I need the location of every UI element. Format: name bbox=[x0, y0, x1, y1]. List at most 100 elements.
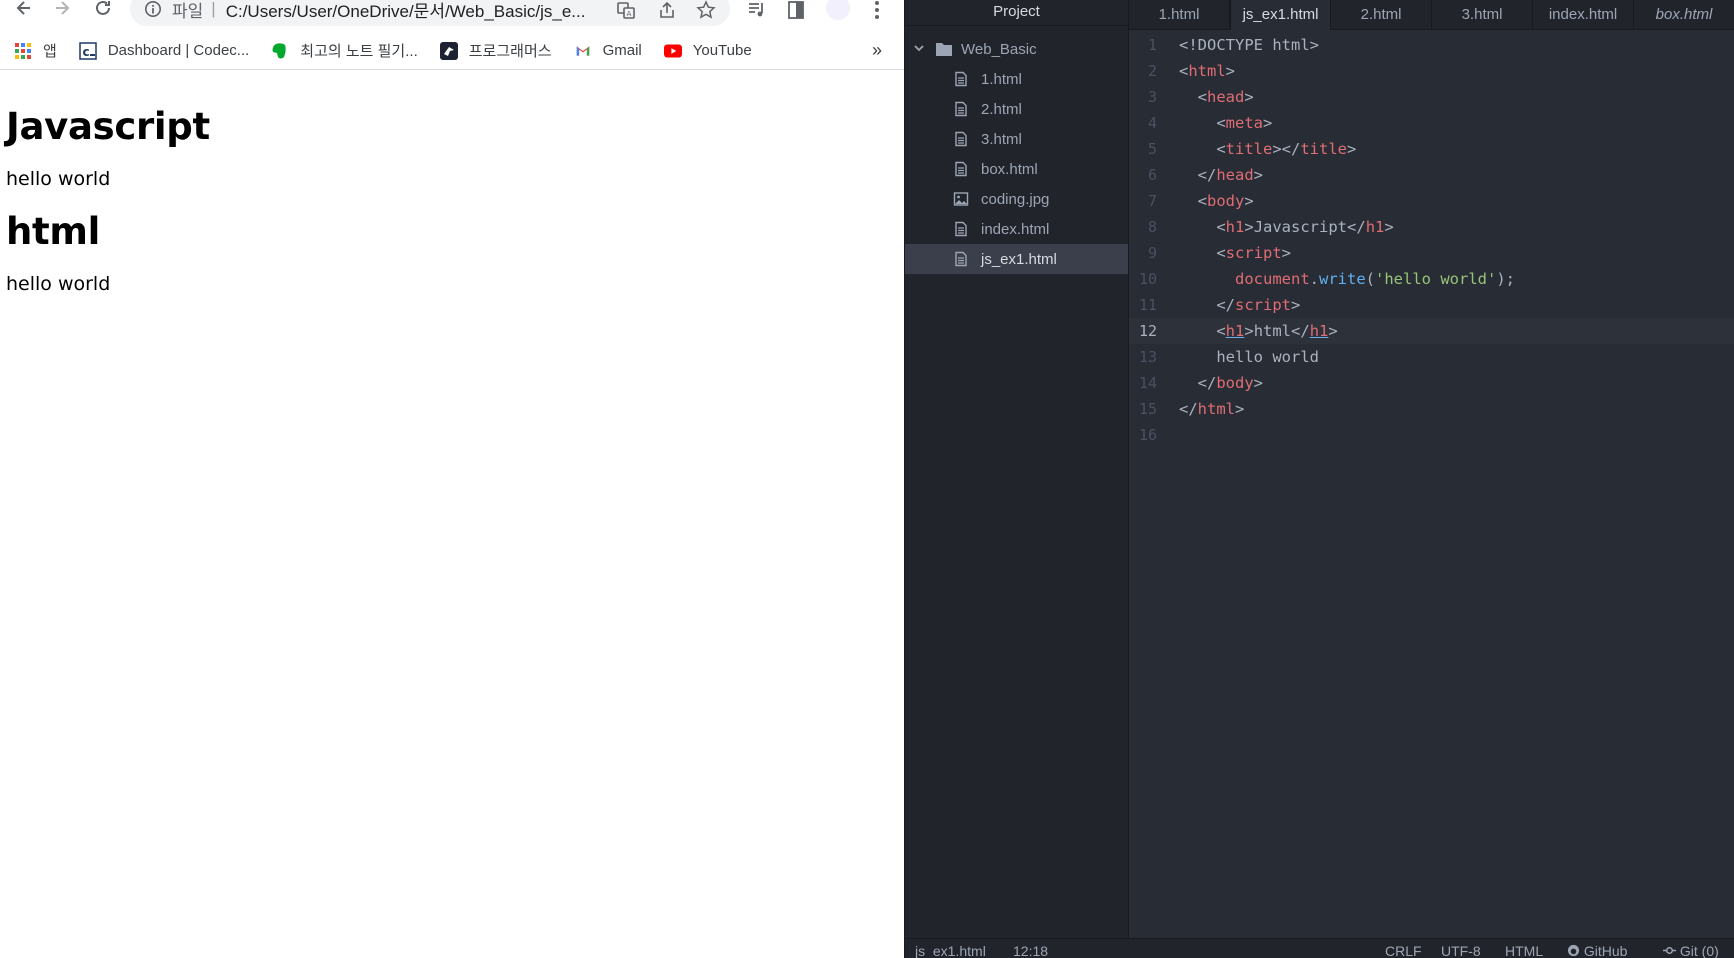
media-control-icon[interactable] bbox=[746, 0, 768, 20]
file-text-icon bbox=[955, 101, 967, 117]
tree-file-item[interactable]: js_ex1.html bbox=[905, 244, 1128, 274]
status-cursor-position[interactable]: 12:18 bbox=[1013, 943, 1048, 958]
code-line: 1 <!DOCTYPE html> bbox=[1129, 32, 1734, 58]
tree-file-label: 2.html bbox=[981, 100, 1022, 118]
tree-file-label: box.html bbox=[981, 160, 1038, 178]
reload-icon[interactable] bbox=[89, 0, 117, 18]
translate-icon[interactable]: A bbox=[615, 0, 637, 20]
status-git-label: Git (0) bbox=[1679, 943, 1719, 958]
status-grammar[interactable]: HTML bbox=[1505, 943, 1543, 958]
tree-file-item[interactable]: 1.html bbox=[905, 64, 1128, 94]
back-icon[interactable] bbox=[10, 0, 38, 18]
bookmarks-overflow-button[interactable]: » bbox=[872, 40, 882, 61]
bookmark-youtube[interactable]: YouTube bbox=[663, 42, 752, 60]
line-number: 4 bbox=[1147, 114, 1157, 132]
code-line: 16 bbox=[1129, 422, 1734, 448]
git-icon bbox=[1663, 946, 1676, 955]
tree-file-item[interactable]: 2.html bbox=[905, 94, 1128, 124]
bookmark-programmers[interactable]: 프로그래머스 bbox=[439, 40, 552, 61]
chevron-down-icon bbox=[913, 42, 927, 57]
bookmark-label: 최고의 노트 필기... bbox=[300, 43, 418, 60]
folder-icon bbox=[936, 43, 952, 56]
bookmark-gmail[interactable]: Gmail bbox=[574, 42, 642, 60]
line-number: 1 bbox=[1147, 36, 1157, 54]
editor-tab-bar: 1.html js_ex1.html 2.html 3.html index.html b… bbox=[1129, 0, 1734, 30]
tree-file-label: 1.html bbox=[981, 70, 1022, 88]
page-text-hello-world: hello world bbox=[6, 273, 111, 295]
line-number: 9 bbox=[1147, 244, 1157, 262]
line-number: 6 bbox=[1147, 166, 1157, 184]
tree-file-label: coding.jpg bbox=[981, 190, 1050, 208]
evernote-icon bbox=[271, 42, 289, 60]
code-line: 6 </head > bbox=[1129, 162, 1734, 188]
bookmark-label: Gmail bbox=[602, 42, 642, 59]
tree-file-label: index.html bbox=[981, 220, 1050, 238]
project-panel-title[interactable]: Project bbox=[905, 0, 1128, 26]
browser-toolbar: 파일 | C:/Users/User/OneDrive/문서/Web_Basic… bbox=[0, 0, 904, 28]
code-line: 9 < script > bbox=[1129, 240, 1734, 266]
status-github-label: GitHub bbox=[1583, 943, 1628, 958]
code-editor-window: Project Web_Basic 1.html 2.html 3.html box.… bbox=[904, 0, 1734, 958]
bookmark-label: 앱 bbox=[43, 43, 57, 60]
tree-folder-label: Web_Basic bbox=[961, 40, 1037, 58]
line-number: 12 bbox=[1138, 322, 1157, 340]
status-git[interactable]: Git (0) bbox=[1663, 943, 1719, 958]
bookmark-star-icon[interactable] bbox=[695, 0, 717, 20]
bookmark-label: 프로그래머스 bbox=[468, 43, 552, 60]
forward-icon[interactable] bbox=[48, 0, 76, 18]
side-panel-icon[interactable] bbox=[785, 0, 807, 20]
gmail-icon bbox=[574, 42, 592, 60]
editor-tab[interactable]: 3.html bbox=[1432, 0, 1534, 30]
tree-file-item[interactable]: box.html bbox=[905, 154, 1128, 184]
image-file-icon bbox=[953, 192, 969, 206]
svg-text:A: A bbox=[627, 10, 632, 18]
site-info-icon[interactable] bbox=[144, 0, 162, 18]
status-github[interactable]: GitHub bbox=[1567, 943, 1627, 958]
editor-tab[interactable]: index.html bbox=[1533, 0, 1635, 30]
programmers-icon bbox=[439, 41, 458, 60]
tree-folder-web-basic[interactable]: Web_Basic bbox=[905, 34, 1128, 64]
editor-tab[interactable]: box.html bbox=[1634, 0, 1734, 30]
browser-menu-icon[interactable] bbox=[866, 0, 888, 20]
url-scheme-label: 파일 bbox=[172, 1, 204, 21]
apps-grid-icon bbox=[14, 42, 32, 60]
line-number: 2 bbox=[1147, 62, 1157, 80]
address-bar[interactable]: 파일 | C:/Users/User/OneDrive/문서/Web_Basic… bbox=[130, 0, 730, 26]
line-number: 5 bbox=[1147, 140, 1157, 158]
profile-avatar[interactable] bbox=[826, 0, 850, 20]
status-encoding[interactable]: UTF-8 bbox=[1441, 943, 1481, 958]
tree-file-item[interactable]: coding.jpg bbox=[905, 184, 1128, 214]
svg-text:c: c bbox=[82, 45, 89, 59]
tree-file-item[interactable]: index.html bbox=[905, 214, 1128, 244]
code-line: 8 < h1 > Javascript </h1 > bbox=[1129, 214, 1734, 240]
bookmark-apps[interactable]: 앱 bbox=[14, 40, 57, 61]
url-separator: | bbox=[211, 0, 216, 18]
editor-status-bar: js_ex1.html 12:18 CRLF UTF-8 HTML GitHub… bbox=[905, 938, 1734, 958]
bookmarks-bar: 앱 c Dashboard | Codec... 최고의 노트 필기... 프로… bbox=[0, 32, 904, 70]
editor-tab[interactable]: js_ex1.html bbox=[1230, 0, 1332, 30]
browser-window: 파일 | C:/Users/User/OneDrive/문서/Web_Basic… bbox=[0, 0, 904, 958]
project-tree-panel: Project Web_Basic 1.html 2.html 3.html box.… bbox=[905, 0, 1129, 938]
code-line: 2 < html > bbox=[1129, 58, 1734, 84]
editor-tab[interactable]: 2.html bbox=[1331, 0, 1433, 30]
code-line: 10 document. write('hello world'); bbox=[1129, 266, 1734, 292]
code-area[interactable]: 1 <!DOCTYPE html> 2 < html > 3 < head > 4 < met… bbox=[1129, 32, 1734, 938]
share-icon[interactable] bbox=[656, 0, 678, 20]
bookmark-codecademy[interactable]: c Dashboard | Codec... bbox=[79, 41, 249, 60]
file-text-icon bbox=[955, 71, 967, 87]
code-line: 15 </html > bbox=[1129, 396, 1734, 422]
tree-file-item[interactable]: 3.html bbox=[905, 124, 1128, 154]
status-line-ending[interactable]: CRLF bbox=[1385, 943, 1422, 958]
line-number: 8 bbox=[1147, 218, 1157, 236]
line-number: 11 bbox=[1138, 296, 1157, 314]
bookmark-label: YouTube bbox=[692, 42, 752, 59]
status-file-name[interactable]: js_ex1.html bbox=[915, 943, 986, 958]
code-line: 3 < head > bbox=[1129, 84, 1734, 110]
code-line: 13 hello world bbox=[1129, 344, 1734, 370]
line-number: 10 bbox=[1138, 270, 1157, 288]
bookmark-evernote[interactable]: 최고의 노트 필기... bbox=[271, 40, 418, 61]
line-number: 3 bbox=[1147, 88, 1157, 106]
line-number: 15 bbox=[1138, 400, 1157, 418]
editor-tab[interactable]: 1.html bbox=[1129, 0, 1230, 30]
youtube-icon bbox=[663, 42, 682, 60]
